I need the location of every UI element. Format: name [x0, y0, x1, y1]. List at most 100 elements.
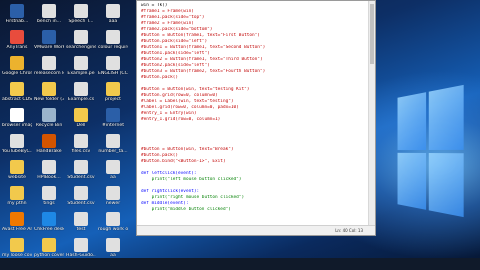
file-icon — [10, 30, 24, 44]
desktop-icon-label: searchengine python-tk — [66, 45, 96, 50]
desktop-icon-label: Student.csv — [67, 201, 95, 206]
desktop-icon[interactable]: Hash-Guido... — [66, 238, 96, 258]
file-icon — [106, 4, 120, 18]
file-icon — [106, 82, 120, 96]
desktop-icon-label: Example.cs — [67, 97, 95, 102]
desktop-icon[interactable]: test — [66, 212, 96, 232]
desktop-icon[interactable]: searchengine python-tk — [66, 30, 96, 50]
file-icon — [74, 30, 88, 44]
desktop-icon[interactable]: browser images — [2, 108, 32, 128]
desktop-icon[interactable]: project — [98, 82, 128, 102]
desktop-icon[interactable]: aaa — [98, 4, 128, 24]
desktop-icon-label: files.csv — [71, 149, 91, 154]
file-icon — [42, 82, 56, 96]
desktop-icon[interactable]: colour requirements — [98, 30, 128, 50]
desktop-icon-label: website — [8, 175, 26, 180]
file-icon — [10, 4, 24, 18]
desktop-icon[interactable]: YouTubeByC... — [2, 134, 32, 154]
desktop-icon-label: tings — [43, 201, 55, 206]
file-icon — [74, 56, 88, 70]
desktop-icon[interactable]: ChkFree desk anyWhere — [34, 212, 64, 232]
desktop-icon-label: rough work of my project — [98, 227, 128, 232]
file-icon — [42, 108, 56, 122]
desktop-icon[interactable]: bench in... — [34, 4, 64, 24]
desktop-icon[interactable]: Dell — [66, 108, 96, 128]
desktop-icon-label: VMware Workstati... — [34, 45, 64, 50]
desktop-icon[interactable]: Firstnab... — [2, 4, 32, 24]
desktop-icon[interactable]: Student.csv — [66, 160, 96, 180]
file-icon — [74, 238, 88, 252]
desktop-icon-label: newer — [105, 201, 121, 206]
desktop-icon-label: Speech T... — [68, 19, 94, 24]
desktop-icon[interactable]: Avast Free Antivirus — [2, 212, 32, 232]
file-icon — [10, 186, 24, 200]
file-icon — [106, 134, 120, 148]
code-text-area[interactable]: win = Tk() #frame1 = Frame(win) #frame1.pa… — [141, 3, 365, 230]
file-icon — [42, 212, 56, 226]
desktop-icon[interactable]: New folder (3) — [34, 82, 64, 102]
file-icon — [106, 186, 120, 200]
desktop-icon[interactable]: Google Chrome — [2, 56, 32, 76]
desktop-icon[interactable]: website — [2, 160, 32, 180]
file-icon — [42, 186, 56, 200]
desktop-icon[interactable]: newer — [98, 186, 128, 206]
desktop-icon[interactable]: rough work of my project — [98, 212, 128, 232]
vertical-scrollbar[interactable] — [368, 1, 375, 227]
file-icon — [42, 4, 56, 18]
file-icon — [74, 108, 88, 122]
desktop-icon[interactable]: ENGLISH (CCNA) 1... — [98, 56, 128, 76]
desktop-icon-label: Recycle Bin — [35, 123, 63, 128]
desktop-icon-label: releasecom learn — [34, 71, 64, 76]
file-icon — [42, 134, 56, 148]
file-icon — [74, 82, 88, 96]
desktop-icon[interactable]: Recycle Bin — [34, 108, 64, 128]
desktop-icon[interactable]: Student.csv — [66, 186, 96, 206]
file-icon — [10, 82, 24, 96]
desktop-icon-label: test — [76, 227, 86, 232]
desktop-icon[interactable]: aa — [98, 238, 128, 258]
desktop-icon[interactable]: #internet — [98, 108, 128, 128]
desktop-icon[interactable]: AnyTrans — [2, 30, 32, 50]
desktop-icon[interactable]: Example.cs — [66, 82, 96, 102]
idle-editor-window[interactable]: win = Tk() #frame1 = Frame(win) #frame1.pa… — [136, 0, 376, 236]
file-icon — [74, 160, 88, 174]
file-icon — [106, 160, 120, 174]
taskbar — [0, 258, 480, 270]
desktop-icon[interactable]: abstract CDS — [2, 82, 32, 102]
desktop-icon[interactable]: tings — [34, 186, 64, 206]
desktop-icon-label: Avast Free Antivirus — [2, 227, 32, 232]
file-icon — [42, 30, 56, 44]
desktop-icon-label: Example.pe — [67, 71, 95, 76]
scrollbar-thumb[interactable] — [370, 4, 374, 64]
desktop-icon-label: aaa — [108, 19, 118, 24]
desktop-icon[interactable]: python cover — [34, 238, 64, 258]
desktop-icon[interactable]: my loose cover — [2, 238, 32, 258]
desktop-icon[interactable]: aa — [98, 160, 128, 180]
file-icon — [106, 30, 120, 44]
desktop-icon[interactable]: HandBrake — [34, 134, 64, 154]
desktop-icon-label: YouTubeByC... — [2, 149, 32, 154]
desktop-icon[interactable]: releasecom learn — [34, 56, 64, 76]
desktop-icon-label: Student.csv — [67, 175, 95, 180]
file-icon — [42, 160, 56, 174]
desktop-icon[interactable]: files.csv — [66, 134, 96, 154]
file-icon — [106, 108, 120, 122]
desktop-icon[interactable]: Example.pe — [66, 56, 96, 76]
desktop-icon[interactable]: number_ta... — [98, 134, 128, 154]
desktop-icon[interactable]: VMware Workstati... — [34, 30, 64, 50]
desktop-icon-label: ChkFree desk anyWhere — [34, 227, 64, 232]
desktop-icon-label: colour requirements — [98, 45, 128, 50]
desktop-icon-label: number_ta... — [98, 149, 128, 154]
file-icon — [106, 212, 120, 226]
file-icon — [10, 212, 24, 226]
file-icon — [10, 56, 24, 70]
desktop-icon-label: AnyTrans — [6, 45, 28, 50]
file-icon — [74, 212, 88, 226]
desktop-icon[interactable]: Speech T... — [66, 4, 96, 24]
desktop-icon-label: bench in... — [36, 19, 62, 24]
desktop-icon[interactable]: my pthn — [2, 186, 32, 206]
desktop-icon[interactable]: HPIBook... — [34, 160, 64, 180]
file-icon — [106, 56, 120, 70]
desktop-icon-label: aa — [110, 175, 116, 180]
desktop-icon-label: #internet — [101, 123, 124, 128]
